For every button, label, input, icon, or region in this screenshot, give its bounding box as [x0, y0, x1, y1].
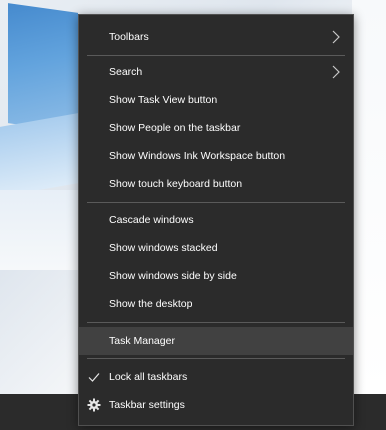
- menu-item-ink-workspace[interactable]: Show Windows Ink Workspace button: [79, 142, 353, 170]
- menu-item-windows-stacked[interactable]: Show windows stacked: [79, 234, 353, 262]
- menu-item-cascade-windows[interactable]: Cascade windows: [79, 206, 353, 234]
- menu-item-label: Show touch keyboard button: [109, 178, 243, 190]
- menu-item-label: Show Task View button: [109, 94, 218, 106]
- menu-item-label: Taskbar settings: [109, 399, 185, 411]
- wallpaper-pane: [0, 190, 78, 270]
- menu-item-search[interactable]: Search: [79, 58, 353, 86]
- chevron-right-icon: [332, 65, 340, 79]
- gear-icon: [87, 398, 101, 412]
- taskbar-context-menu: Toolbars Search Show Task View button Sh…: [78, 14, 354, 426]
- menu-item-label: Show the desktop: [109, 298, 193, 310]
- menu-item-toolbars[interactable]: Toolbars: [79, 23, 353, 51]
- menu-item-lock-taskbars[interactable]: Lock all taskbars: [79, 363, 353, 391]
- wallpaper-pane: [8, 3, 78, 133]
- menu-item-people[interactable]: Show People on the taskbar: [79, 114, 353, 142]
- menu-item-label: Show Windows Ink Workspace button: [109, 150, 286, 162]
- menu-item-label: Search: [109, 66, 143, 78]
- menu-item-windows-side-by-side[interactable]: Show windows side by side: [79, 262, 353, 290]
- menu-separator: [87, 322, 345, 323]
- menu-item-label: Toolbars: [109, 31, 149, 43]
- wallpaper-pane: [0, 113, 78, 197]
- menu-item-task-manager[interactable]: Task Manager: [79, 327, 353, 355]
- menu-item-label: Lock all taskbars: [109, 371, 188, 383]
- menu-item-touch-keyboard[interactable]: Show touch keyboard button: [79, 170, 353, 198]
- menu-item-label: Show windows side by side: [109, 270, 237, 282]
- checkmark-icon: [88, 373, 100, 382]
- menu-item-taskbar-settings[interactable]: Taskbar settings: [79, 391, 353, 419]
- menu-item-label: Task Manager: [109, 335, 175, 347]
- menu-item-label: Show People on the taskbar: [109, 122, 241, 134]
- menu-separator: [87, 358, 345, 359]
- menu-item-show-desktop[interactable]: Show the desktop: [79, 290, 353, 318]
- menu-item-label: Show windows stacked: [109, 242, 218, 254]
- wallpaper-pane: [352, 0, 386, 394]
- menu-separator: [87, 202, 345, 203]
- menu-item-task-view[interactable]: Show Task View button: [79, 86, 353, 114]
- menu-item-label: Cascade windows: [109, 214, 194, 226]
- menu-separator: [87, 55, 345, 56]
- chevron-right-icon: [332, 30, 340, 44]
